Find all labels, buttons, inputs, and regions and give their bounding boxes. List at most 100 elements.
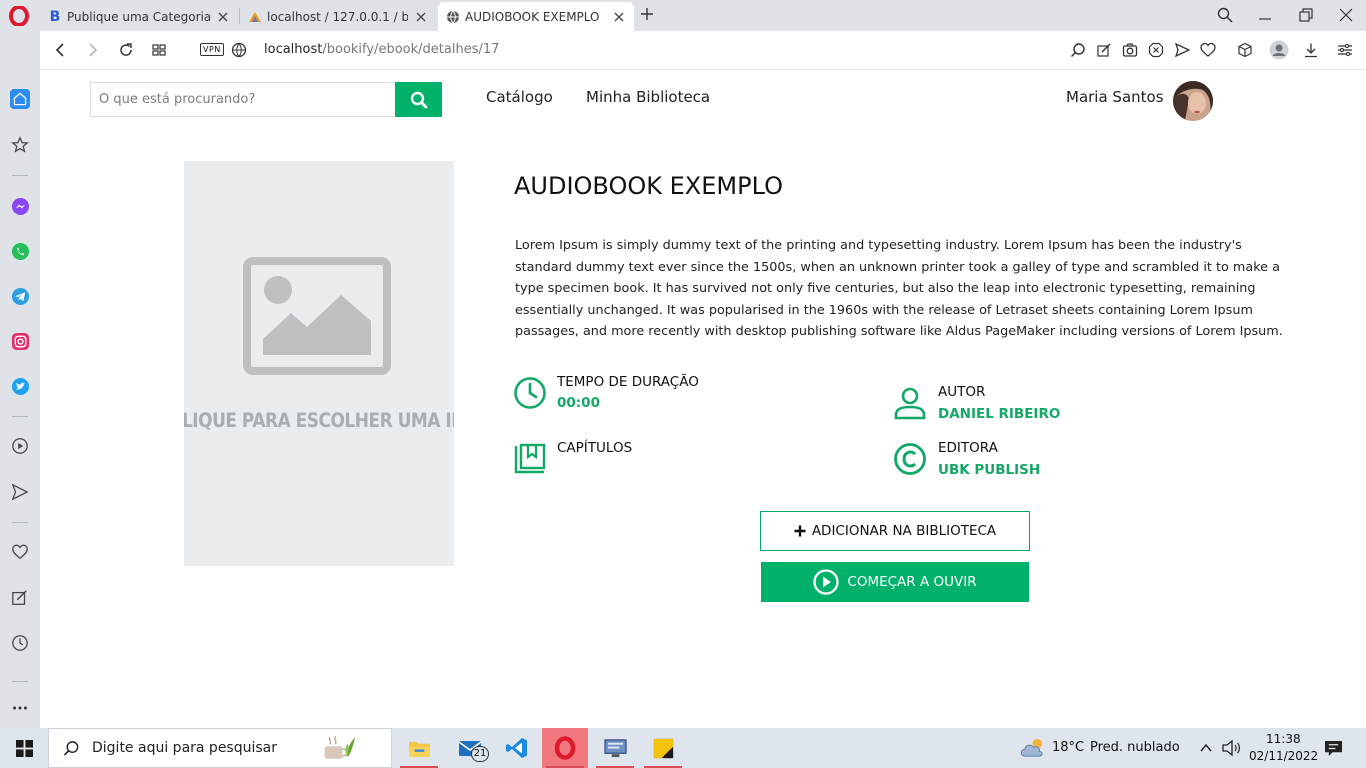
- snapshot-icon[interactable]: [1122, 42, 1138, 58]
- add-to-library-button[interactable]: ADICIONAR NA BIBLIOTECA: [760, 511, 1030, 551]
- add-to-library-label: ADICIONAR NA BIBLIOTECA: [811, 523, 997, 539]
- volume-icon[interactable]: [1221, 739, 1241, 757]
- taskbar-vscode[interactable]: [494, 728, 540, 768]
- weather-cloud-icon[interactable]: [1020, 737, 1047, 758]
- minimize-icon[interactable]: [1257, 7, 1273, 23]
- tab-audiobook-exemplo[interactable]: AUDIOBOOK EXEMPLO: [438, 2, 634, 31]
- telegram-icon[interactable]: [10, 286, 30, 306]
- show-hidden-icons-icon[interactable]: [1199, 741, 1213, 755]
- plus-icon: [794, 525, 806, 537]
- search-button[interactable]: [395, 82, 442, 117]
- zoom-icon[interactable]: [1070, 42, 1086, 58]
- sidebar-divider: [12, 681, 28, 682]
- search-bar: [90, 82, 442, 117]
- tab-phpmyadmin[interactable]: localhost / 127.0.0.1 / book: [240, 2, 436, 31]
- taskbar-sticky-notes[interactable]: [640, 728, 686, 768]
- opera-logo-icon[interactable]: [8, 6, 30, 26]
- whatsapp-icon[interactable]: [10, 241, 30, 261]
- mail-badge: 21: [471, 746, 489, 762]
- tab-publique-categoria[interactable]: B Publique uma Categoria: [40, 2, 238, 31]
- book-description: Lorem Ipsum is simply dummy text of the …: [515, 238, 1283, 340]
- close-window-icon[interactable]: [1338, 7, 1354, 23]
- image-placeholder-icon: [243, 257, 391, 375]
- taskbar-search-box[interactable]: Digite aqui para pesquisar: [48, 728, 392, 768]
- close-tab-icon[interactable]: [612, 10, 626, 24]
- start-button[interactable]: [0, 728, 48, 768]
- vpn-badge[interactable]: VPN: [200, 43, 224, 56]
- browser-tab-bar: B Publique uma Categoria localhost / 127…: [0, 0, 1366, 31]
- publisher-label: EDITORA: [938, 440, 998, 456]
- restore-icon[interactable]: [1298, 7, 1314, 23]
- twitter-icon[interactable]: [10, 376, 30, 396]
- phpmyadmin-favicon-icon: [248, 10, 262, 24]
- new-tab-icon[interactable]: [640, 7, 654, 21]
- adblock-icon[interactable]: [1148, 42, 1164, 58]
- back-icon[interactable]: [52, 42, 68, 58]
- sidebar-divider: [12, 522, 28, 523]
- tab-title: localhost / 127.0.0.1 / book: [267, 9, 408, 24]
- profile-icon[interactable]: [1269, 40, 1289, 60]
- author-user-icon: [894, 387, 926, 420]
- cover-image-placeholder[interactable]: CLIQUE PARA ESCOLHER UMA IMAGEM: [184, 161, 454, 566]
- weather-temp[interactable]: 18°C: [1052, 740, 1084, 755]
- taskbar-mail[interactable]: 21: [447, 728, 493, 768]
- history-clock-icon[interactable]: [10, 633, 30, 653]
- notifications-icon[interactable]: [1324, 740, 1343, 757]
- taskbar-remote-desktop[interactable]: [592, 728, 638, 768]
- sticky-notes-icon: [653, 738, 673, 758]
- publisher-value: UBK PUBLISH: [938, 462, 1041, 478]
- close-tab-icon[interactable]: [414, 10, 428, 24]
- extensions-cube-icon[interactable]: [1237, 42, 1253, 58]
- nav-catalogo[interactable]: Catálogo: [486, 88, 553, 106]
- heart-icon[interactable]: [1200, 42, 1216, 58]
- reload-icon[interactable]: [118, 42, 134, 58]
- search-input[interactable]: [90, 82, 395, 117]
- monitor-app-icon: [603, 738, 627, 757]
- personal-news-icon[interactable]: [10, 588, 30, 608]
- duration-value: 00:00: [557, 395, 600, 411]
- tab-search-icon[interactable]: [1217, 7, 1233, 23]
- avatar[interactable]: [1173, 81, 1213, 121]
- opera-icon: [554, 736, 576, 760]
- url-field[interactable]: localhost/bookify/ebook/detalhes/17: [264, 42, 499, 57]
- taskbar-opera[interactable]: [542, 728, 588, 768]
- author-label: AUTOR: [938, 384, 986, 400]
- url-path: /bookify/ebook/detalhes/17: [322, 42, 500, 57]
- messenger-icon[interactable]: [10, 196, 30, 216]
- edit-icon[interactable]: [1096, 42, 1112, 58]
- cover-hint: CLIQUE PARA ESCOLHER UMA IMAGEM: [184, 409, 454, 433]
- speed-dial-star-icon[interactable]: [10, 135, 30, 155]
- windows-taskbar: Digite aqui para pesquisar 21 18°C Pred.…: [0, 728, 1366, 768]
- weather-description[interactable]: Pred. nublado: [1090, 740, 1180, 755]
- start-listening-label: COMEÇAR A OUVIR: [847, 574, 977, 590]
- more-options-icon[interactable]: [10, 698, 30, 718]
- start-listening-button[interactable]: COMEÇAR A OUVIR: [761, 562, 1029, 602]
- nav-minha-biblioteca[interactable]: Minha Biblioteca: [586, 88, 710, 106]
- site-globe-icon[interactable]: [231, 42, 247, 58]
- book-title: AUDIOBOOK EXEMPLO: [514, 172, 783, 200]
- send-icon[interactable]: [1174, 42, 1190, 58]
- taskbar-search-text: Digite aqui para pesquisar: [92, 740, 278, 756]
- clock-time[interactable]: 11:38: [1266, 732, 1301, 746]
- taskbar-file-explorer[interactable]: [396, 728, 442, 768]
- clock-icon: [514, 377, 546, 409]
- bookify-favicon-icon: B: [49, 8, 61, 25]
- close-tab-icon[interactable]: [216, 10, 230, 24]
- home-icon[interactable]: [10, 89, 30, 109]
- windows-logo-icon: [15, 739, 33, 757]
- send-flow-icon[interactable]: [10, 482, 30, 502]
- downloads-icon[interactable]: [1303, 42, 1319, 58]
- user-name[interactable]: Maria Santos: [1066, 88, 1164, 106]
- clock-date[interactable]: 02/11/2022: [1249, 749, 1318, 763]
- bookmarks-heart-icon[interactable]: [10, 542, 30, 562]
- player-icon[interactable]: [10, 436, 30, 456]
- opera-sidebar: [0, 31, 40, 728]
- duration-label: TEMPO DE DURAÇÃO: [557, 374, 699, 390]
- sidebar-divider: [12, 416, 28, 417]
- globe-favicon-icon: [446, 10, 460, 24]
- easy-setup-icon[interactable]: [1337, 42, 1353, 58]
- instagram-icon[interactable]: [10, 331, 30, 351]
- tabs-grid-icon[interactable]: [151, 42, 167, 58]
- copyright-icon: [894, 443, 926, 475]
- forward-icon[interactable]: [85, 42, 101, 58]
